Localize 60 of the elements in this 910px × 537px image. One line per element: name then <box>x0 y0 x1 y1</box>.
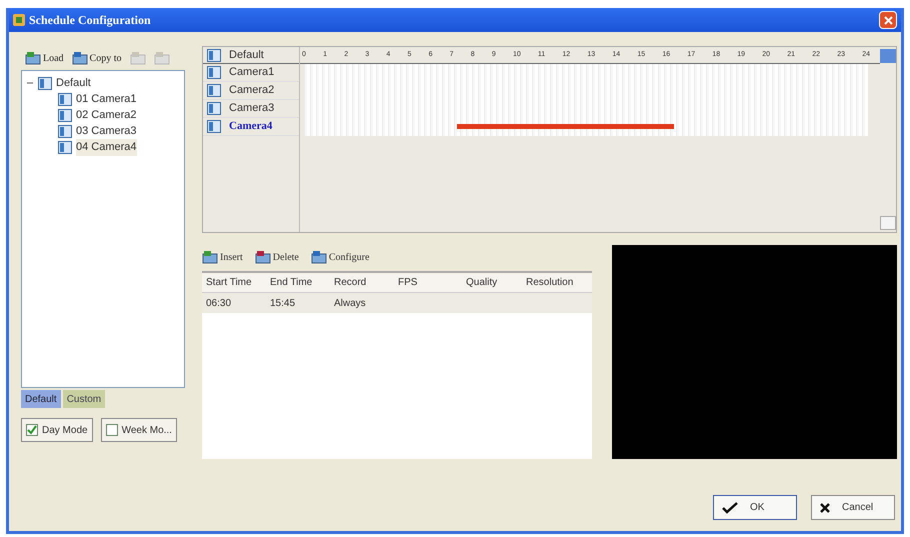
camera-label[interactable]: Camera2 <box>229 82 274 99</box>
check-icon <box>722 502 738 514</box>
app-icon <box>13 14 25 26</box>
checkbox[interactable] <box>106 424 118 436</box>
check-icon <box>27 425 37 435</box>
timeline-row[interactable] <box>304 118 868 136</box>
camera-icon <box>207 84 221 97</box>
close-icon <box>884 16 892 24</box>
column-header[interactable]: End Time <box>266 275 330 290</box>
camera-icon <box>58 125 72 138</box>
toolbar-button[interactable]: Configure <box>310 250 370 264</box>
folder-plus-icon <box>25 51 41 65</box>
group-icon <box>38 76 52 90</box>
table-cell-text: Always <box>333 296 367 310</box>
tree-item[interactable]: Default <box>56 75 91 92</box>
folder-minus-icon <box>254 250 271 264</box>
toolbar-button[interactable]: Copy to <box>72 50 122 66</box>
column-header[interactable]: FPS <box>394 275 462 290</box>
close-icon <box>820 502 830 512</box>
camera-label[interactable]: Camera4 <box>229 118 272 135</box>
mode-toggle[interactable]: Week Mo... <box>100 418 177 442</box>
folder-icon <box>310 250 327 264</box>
table-cell-text: 15:45 <box>269 296 296 310</box>
toolbar-button[interactable]: Insert <box>202 250 243 264</box>
close-button[interactable] <box>879 11 897 29</box>
header-label: Default <box>229 48 264 63</box>
scroll-up-button[interactable] <box>880 49 896 63</box>
scroll-down-button[interactable] <box>880 216 896 230</box>
tree-item[interactable]: 03 Camera3 <box>76 123 137 140</box>
ok-button[interactable]: OK <box>713 495 797 520</box>
column-header[interactable]: Resolution <box>522 275 586 290</box>
camera-label[interactable]: Camera1 <box>229 64 274 81</box>
folder-icon <box>72 51 88 65</box>
grid-icon <box>207 48 221 62</box>
folder-icon <box>130 51 146 65</box>
tree-item[interactable]: 04 Camera4 <box>76 139 137 156</box>
tab[interactable]: Custom <box>62 390 106 408</box>
camera-icon <box>58 93 72 106</box>
camera-icon <box>207 102 221 115</box>
cancel-button[interactable]: Cancel <box>811 495 895 520</box>
camera-icon <box>207 66 221 79</box>
toolbar-button[interactable]: Load <box>25 50 64 66</box>
table-row[interactable]: 06:30 15:45 Always <box>202 293 592 313</box>
camera-icon <box>58 109 72 122</box>
checkbox[interactable] <box>26 424 38 436</box>
column-header[interactable]: Quality <box>462 275 522 290</box>
camera-icon <box>207 120 221 133</box>
folder-plus-icon <box>202 250 218 264</box>
tree-item[interactable]: 02 Camera2 <box>76 107 137 124</box>
tree-item[interactable]: 01 Camera1 <box>76 91 137 108</box>
toolbar-button[interactable]: Delete <box>254 250 299 264</box>
camera-icon <box>58 141 72 154</box>
table-cell-text: 06:30 <box>205 296 232 310</box>
folder-icon <box>154 51 170 65</box>
camera-label[interactable]: Camera3 <box>229 100 274 117</box>
mode-toggle[interactable]: Day Mode <box>21 418 93 442</box>
column-header[interactable]: Record <box>330 275 394 290</box>
column-header[interactable]: Start Time <box>202 275 266 290</box>
window-title: Schedule Configuration <box>29 12 151 29</box>
tab[interactable]: Default <box>21 390 61 408</box>
